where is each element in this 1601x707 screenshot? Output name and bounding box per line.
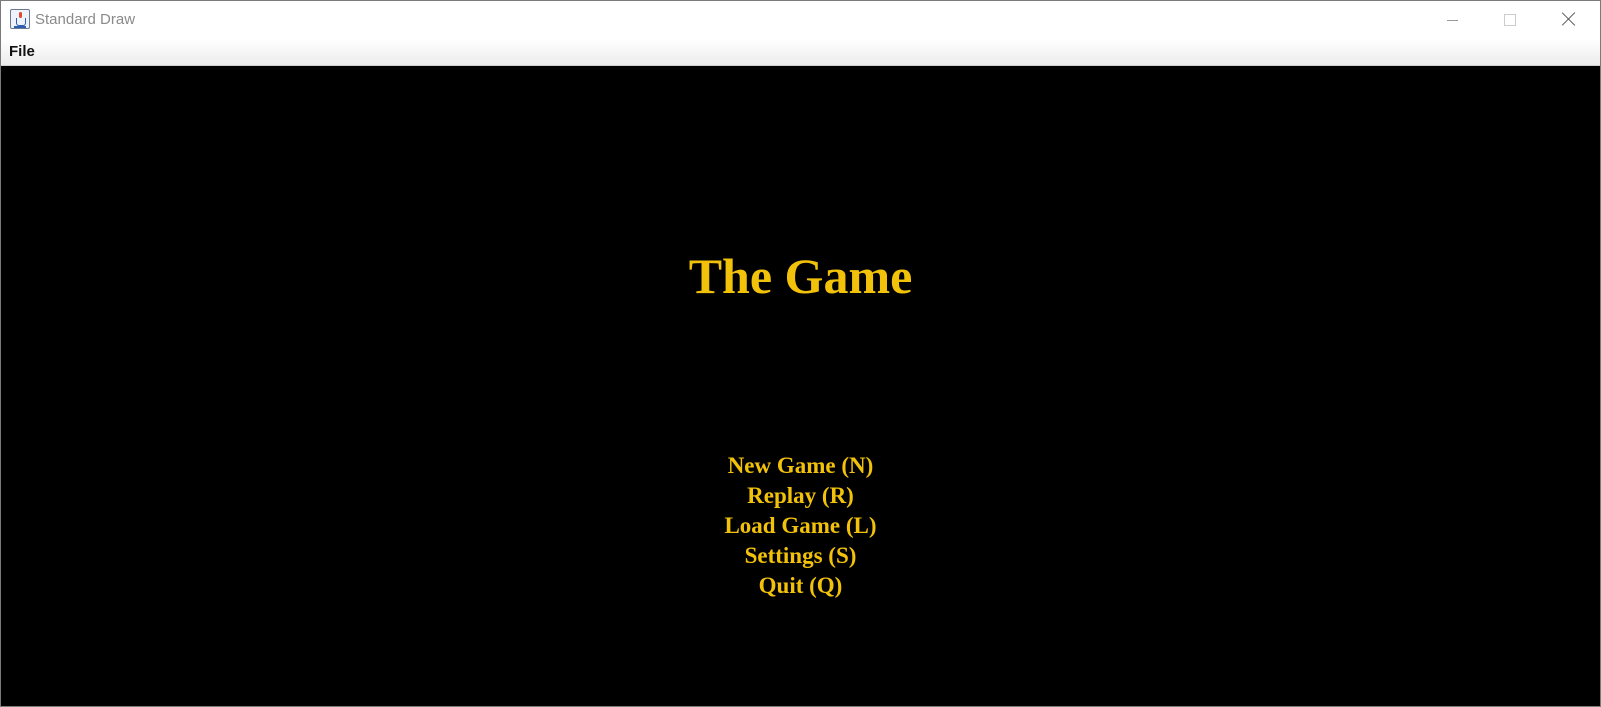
minimize-button[interactable]: [1430, 1, 1476, 39]
close-icon: [1561, 10, 1577, 26]
title-bar[interactable]: Standard Draw: [1, 1, 1600, 39]
menu-option-new-game[interactable]: New Game (N): [1, 451, 1600, 481]
main-menu: New Game (N) Replay (R) Load Game (L) Se…: [1, 451, 1600, 601]
maximize-icon: [1504, 14, 1516, 26]
menu-file[interactable]: File: [9, 43, 35, 60]
menu-option-load-game[interactable]: Load Game (L): [1, 511, 1600, 541]
maximize-button[interactable]: [1487, 1, 1533, 39]
draw-canvas[interactable]: The Game New Game (N) Replay (R) Load Ga…: [1, 66, 1600, 706]
window-title: Standard Draw: [35, 11, 136, 28]
game-title: The Game: [688, 248, 913, 304]
close-button[interactable]: [1546, 1, 1592, 39]
java-cup-icon: [10, 9, 30, 29]
menu-bar: File: [1, 39, 1600, 66]
minimize-icon: [1447, 20, 1458, 21]
menu-option-quit[interactable]: Quit (Q): [1, 571, 1600, 601]
menu-option-replay[interactable]: Replay (R): [1, 481, 1600, 511]
app-window: Standard Draw File The Game New Game (N)…: [0, 0, 1601, 707]
menu-option-settings[interactable]: Settings (S): [1, 541, 1600, 571]
